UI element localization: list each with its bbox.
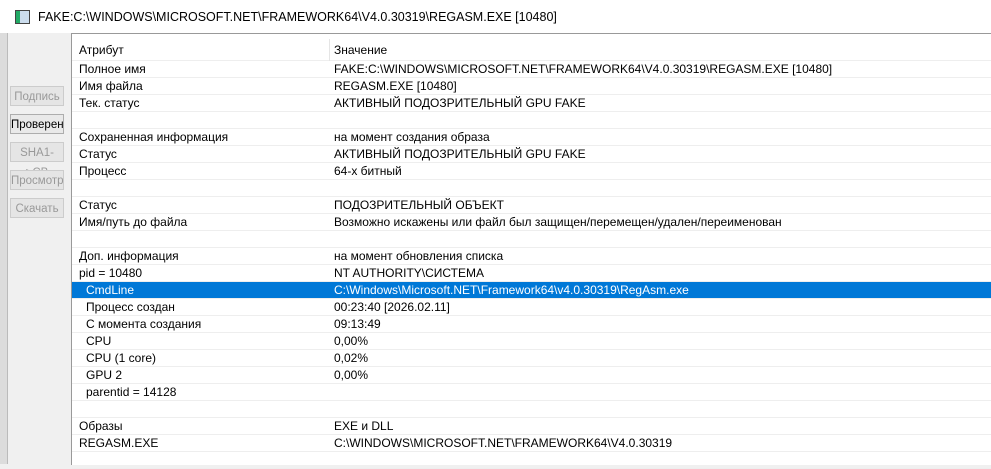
- row-attribute: CPU: [86, 334, 112, 348]
- row-attribute: CmdLine: [86, 283, 135, 297]
- table-row[interactable]: Тек. статус АКТИВНЫЙ ПОДОЗРИТЕЛЬНЫЙ GPU F…: [72, 95, 991, 112]
- row-attribute: Имя файла: [79, 79, 143, 93]
- row-attribute: REGASM.EXE: [79, 436, 159, 450]
- row-attribute: Сохраненная информация: [79, 130, 229, 144]
- row-attribute: Полное имя: [79, 62, 146, 76]
- row-value: NT AUTHORITY\СИСТЕМА: [334, 266, 485, 280]
- table-row[interactable]: Статус АКТИВНЫЙ ПОДОЗРИТЕЛЬНЫЙ GPU FAKE: [72, 146, 991, 163]
- row-value: АКТИВНЫЙ ПОДОЗРИТЕЛЬНЫЙ GPU FAKE: [334, 147, 586, 161]
- table-row[interactable]: pid = 10480 NT AUTHORITY\СИСТЕМА: [72, 265, 991, 282]
- row-attribute: Статус: [79, 147, 117, 161]
- row-value: 0,02%: [334, 351, 369, 365]
- row-attribute: Процесс создан: [86, 300, 175, 314]
- row-attribute: Статус: [79, 198, 117, 212]
- row-attribute: CPU (1 core): [86, 351, 157, 365]
- row-value: 64-х битный: [334, 164, 402, 178]
- table-row[interactable]: С момента создания 09:13:49: [72, 316, 991, 333]
- row-attribute: GPU 2: [86, 368, 123, 382]
- row-value: C:\WINDOWS\MICROSOFT.NET\FRAMEWORK64\V4.…: [334, 436, 673, 450]
- row-value: ПОДОЗРИТЕЛЬНЫЙ ОБЪЕКТ: [334, 198, 504, 212]
- row-value: на момент создания образа: [334, 130, 490, 144]
- header-attribute[interactable]: Атрибут: [79, 39, 124, 61]
- table-row[interactable]: Процесс создан 00:23:40 [2026.02.11]: [72, 299, 991, 316]
- row-attribute: Доп. информация: [79, 249, 179, 263]
- row-attribute: Процесс: [79, 164, 127, 178]
- header-divider[interactable]: [329, 39, 330, 61]
- row-value: 0,00%: [334, 368, 369, 382]
- table-row[interactable]: Процесс 64-х битный: [72, 163, 991, 180]
- row-value: 09:13:49: [334, 317, 381, 331]
- row-value: EXE и DLL: [334, 419, 394, 433]
- table-row[interactable]: CPU 0,00%: [72, 333, 991, 350]
- row-attribute: С момента создания: [86, 317, 202, 331]
- row-value: 00:23:40 [2026.02.11]: [334, 300, 450, 314]
- title-bar: FAKE:C:\WINDOWS\MICROSOFT.NET\FRAMEWORK6…: [0, 0, 991, 33]
- table-row[interactable]: GPU 2 0,00%: [72, 367, 991, 384]
- button-0[interactable]: Подпись: [10, 86, 64, 106]
- row-value: C:\Windows\Microsoft.NET\Framework64\v4.…: [334, 283, 689, 297]
- left-strip: [0, 33, 8, 464]
- table-row[interactable]: Имя файла REGASM.EXE [10480]: [72, 78, 991, 95]
- table-row[interactable]: Сохраненная информация на момент создания…: [72, 129, 991, 146]
- row-value: FAKE:C:\WINDOWS\MICROSOFT.NET\FRAMEWORK6…: [334, 62, 833, 76]
- table-row[interactable]: [72, 401, 991, 418]
- button-2[interactable]: SHA1->CB: [10, 142, 64, 179]
- row-attribute: Имя/путь до файла: [79, 215, 188, 229]
- button-3[interactable]: Просмотр: [10, 170, 64, 190]
- table-row[interactable]: Имя/путь до файла Возможно искажены или ф…: [72, 214, 991, 231]
- row-value: на момент обновления списка: [334, 249, 504, 263]
- table-row[interactable]: [72, 180, 991, 197]
- table-row[interactable]: CmdLine C:\Windows\Microsoft.NET\Framewor…: [72, 282, 991, 299]
- table-row[interactable]: Статус ПОДОЗРИТЕЛЬНЫЙ ОБЪЕКТ: [72, 197, 991, 214]
- table-row[interactable]: parentid = 14128: [72, 384, 991, 401]
- table-row[interactable]: [72, 112, 991, 129]
- row-value: АКТИВНЫЙ ПОДОЗРИТЕЛЬНЫЙ GPU FAKE: [334, 96, 586, 110]
- row-attribute: parentid = 14128: [86, 385, 177, 399]
- row-attribute: Тек. статус: [79, 96, 140, 110]
- row-value: Возможно искажены или файл был защищен/п…: [334, 215, 782, 229]
- table-row[interactable]: Доп. информация на момент обновления спис…: [72, 248, 991, 265]
- button-1[interactable]: Проверен: [10, 114, 64, 134]
- row-attribute: pid = 10480: [79, 266, 143, 280]
- table-row[interactable]: CPU (1 core) 0,02%: [72, 350, 991, 367]
- table-row[interactable]: [72, 231, 991, 248]
- window-title: FAKE:C:\WINDOWS\MICROSOFT.NET\FRAMEWORK6…: [38, 9, 557, 24]
- app-icon: [15, 9, 30, 24]
- table-row[interactable]: Полное имя FAKE:C:\WINDOWS\MICROSOFT.NET\…: [72, 61, 991, 78]
- table-row[interactable]: REGASM.EXE C:\WINDOWS\MICROSOFT.NET\FRAME…: [72, 435, 991, 452]
- table-row[interactable]: [72, 452, 991, 469]
- row-value: 0,00%: [334, 334, 369, 348]
- row-value: REGASM.EXE [10480]: [334, 79, 457, 93]
- header-value[interactable]: Значение: [334, 39, 387, 61]
- table-row[interactable]: Образы EXE и DLL: [72, 418, 991, 435]
- row-attribute: Образы: [79, 419, 123, 433]
- attributes-table: Атрибут Значение Полное имя FAKE:C:\WINDO…: [71, 33, 991, 469]
- button-4[interactable]: Скачать: [10, 198, 64, 218]
- table-header: Атрибут Значение: [72, 39, 991, 61]
